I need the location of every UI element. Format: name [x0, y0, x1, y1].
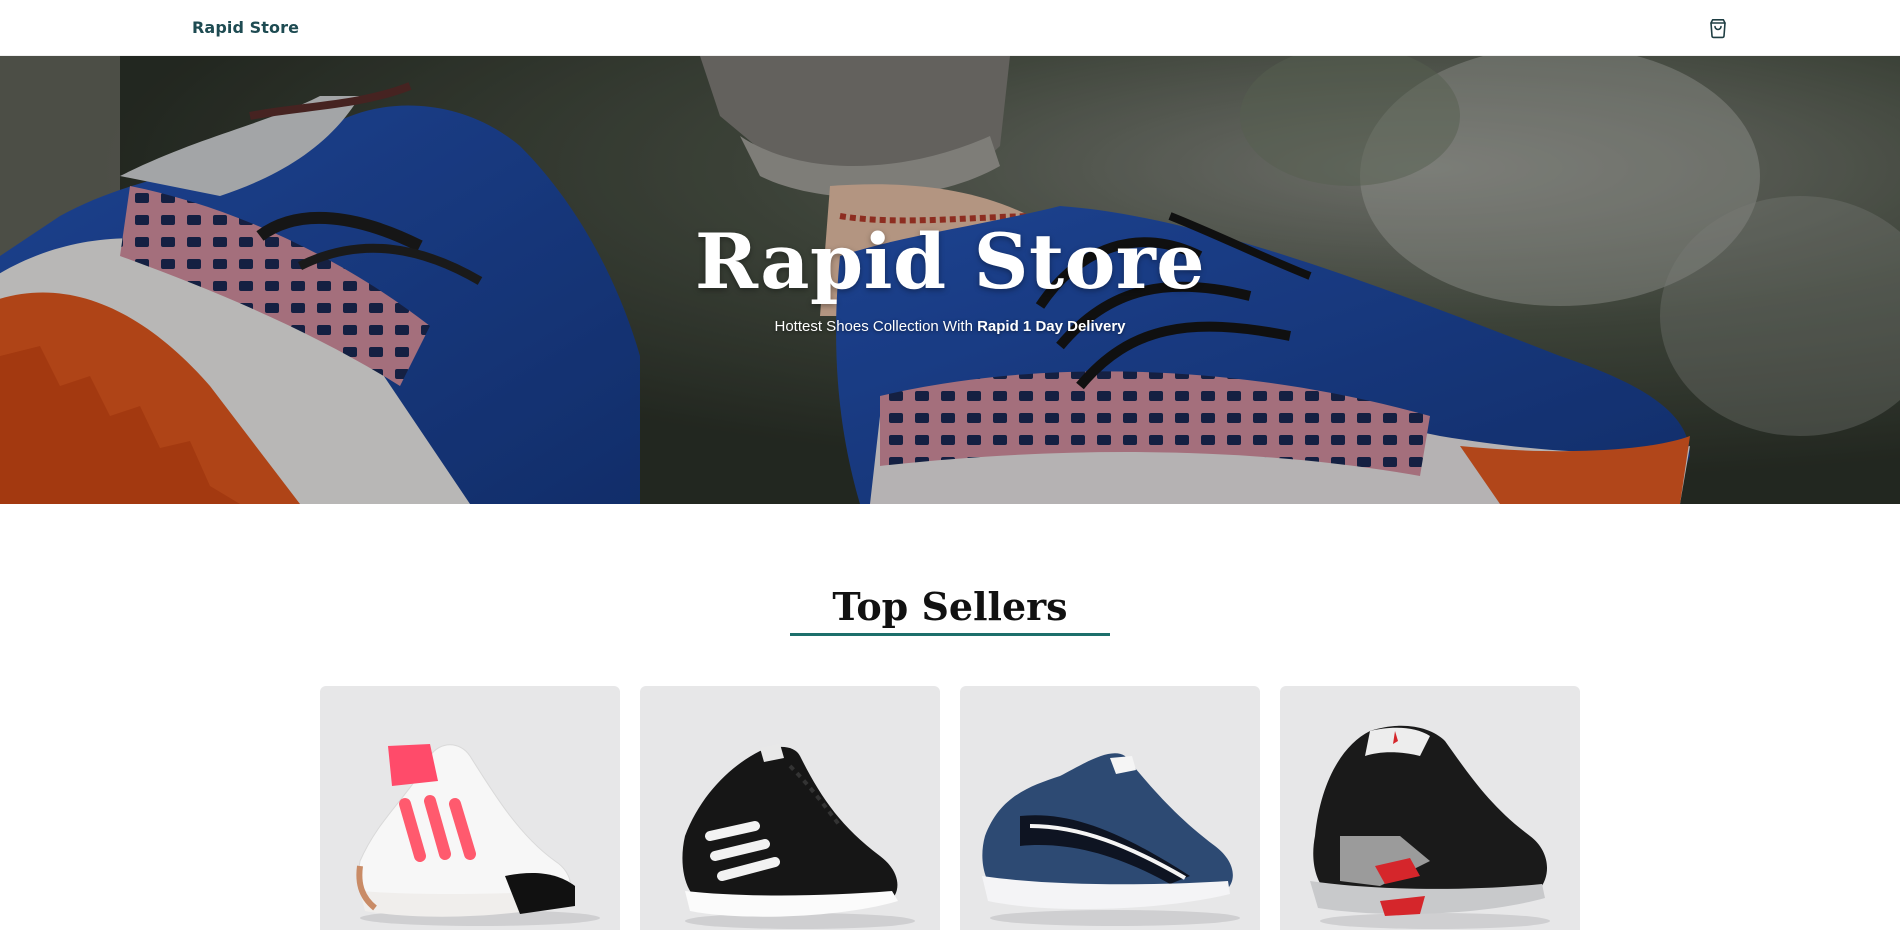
navbar: Rapid Store — [0, 0, 1900, 56]
shopping-bag-icon[interactable] — [1706, 16, 1730, 40]
product-card[interactable] — [960, 686, 1260, 930]
black-white-stripe-shoe-image — [682, 744, 915, 929]
section-title: Top Sellers — [832, 584, 1068, 629]
product-card[interactable] — [320, 686, 620, 930]
hero-subtitle-emphasis: Rapid 1 Day Delivery — [977, 318, 1126, 335]
white-pink-running-shoe-image — [356, 744, 600, 926]
black-grey-red-basketball-shoe-image — [1310, 725, 1550, 929]
hero-subtitle-prefix: Hottest Shoes Collection With — [774, 318, 978, 335]
navy-puma-shoe-image — [982, 753, 1240, 926]
hero-title: Rapid Store — [694, 217, 1206, 306]
product-card[interactable] — [1280, 686, 1580, 930]
brand-link[interactable]: Rapid Store — [192, 18, 299, 37]
section-title-underline — [790, 633, 1110, 636]
hero-banner: Rapid Store Hottest Shoes Collection Wit… — [0, 56, 1900, 504]
product-grid — [320, 686, 1580, 930]
product-card[interactable] — [640, 686, 940, 930]
hero-subtitle: Hottest Shoes Collection With Rapid 1 Da… — [0, 318, 1900, 335]
